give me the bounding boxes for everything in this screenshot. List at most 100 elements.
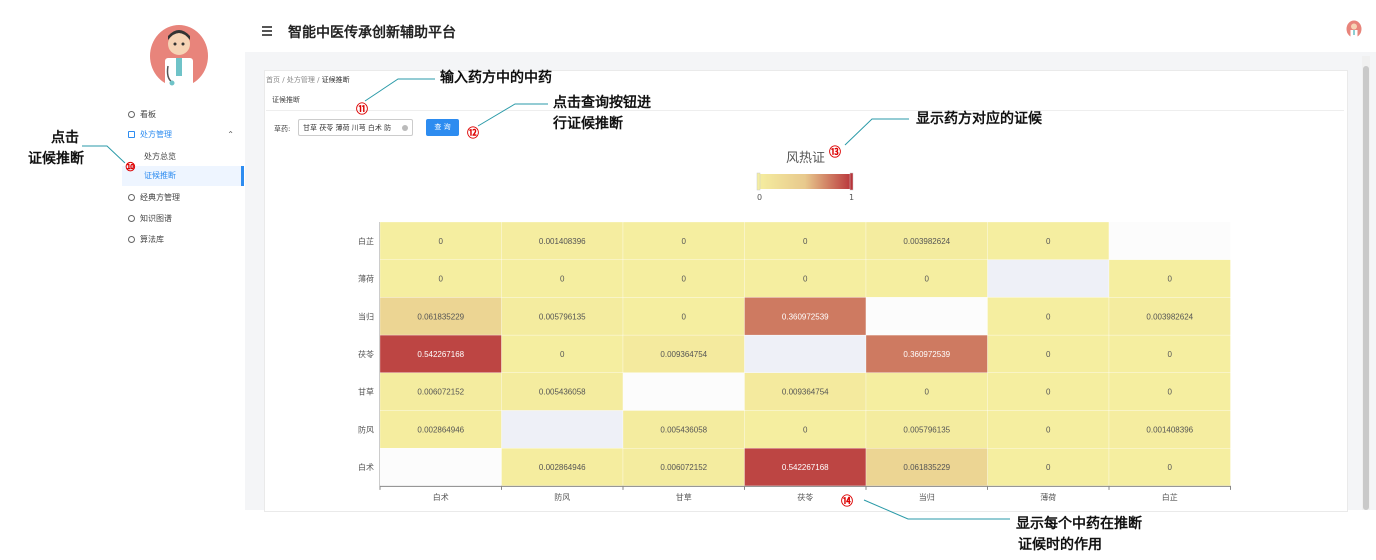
- submenu-item-label: 证候推断: [144, 171, 176, 180]
- heatmap-cell-label: 0: [560, 275, 565, 284]
- x-axis-tick-label: 当归: [919, 492, 935, 502]
- submenu-item-prescription-overview[interactable]: 处方总览: [144, 151, 176, 162]
- heatmap-cell-label: 0: [803, 237, 808, 246]
- colorbar-max-label: 1: [849, 193, 855, 202]
- heatmap-cell-label: 0.006072152: [660, 463, 707, 472]
- heatmap-cell-label: 0: [1168, 350, 1173, 359]
- chart-title: 风热证: [786, 151, 826, 166]
- dashboard-icon: [128, 111, 135, 118]
- sidebar-item-dashboard[interactable]: 看板: [128, 109, 156, 120]
- y-axis-tick-label: 茯苓: [358, 349, 374, 359]
- y-axis-tick-label: 白术: [358, 462, 374, 472]
- submenu-item-label: 处方总览: [144, 152, 176, 161]
- breadcrumb-prescription-management[interactable]: 处方管理: [287, 76, 315, 84]
- heatmap-cell-label: 0.001408396: [539, 237, 586, 246]
- herb-input[interactable]: 甘草 茯苓 薄荷 川芎 白术 防: [298, 119, 413, 136]
- query-button[interactable]: 查 询: [426, 119, 459, 136]
- annotation-12-line1: 点击查询按钮进: [553, 95, 651, 111]
- heatmap-cell-label: 0.001408396: [1146, 425, 1193, 434]
- heatmap-cell-label: 0.360972539: [782, 312, 829, 321]
- chevron-up-icon: ⌃: [227, 130, 234, 139]
- heatmap-cell-label: 0: [560, 350, 565, 359]
- heatmap-cell-label: 0.003982624: [903, 237, 950, 246]
- heatmap-cell-label: 0.542267168: [417, 350, 464, 359]
- heatmap-cell-label: 0.542267168: [782, 463, 829, 472]
- prescription-icon: [128, 131, 135, 138]
- breadcrumb-current: 证候推断: [321, 76, 350, 84]
- breadcrumb-separator: /: [282, 76, 285, 84]
- heatmap-cell-label: 0: [803, 275, 808, 284]
- x-axis-tick-label: 白术: [433, 492, 449, 502]
- divider: [266, 110, 1344, 111]
- heatmap-cell-label: 0: [1168, 388, 1173, 397]
- doctor-avatar-logo: [150, 25, 208, 88]
- breadcrumb-separator: /: [317, 76, 320, 84]
- heatmap-cell-label: 0.360972539: [903, 350, 950, 359]
- annotation-11-text: 输入药方中的中药: [440, 70, 552, 86]
- scrollbar-thumb[interactable]: [1363, 66, 1369, 510]
- sidebar-item-prescription-management[interactable]: 处方管理 ⌃: [128, 129, 234, 140]
- heatmap-cell-label: 0: [925, 388, 930, 397]
- heatmap-cell: [865, 297, 988, 336]
- heatmap-cell-label: 0.061835229: [903, 463, 950, 472]
- annotation-10-line2: 证候推断: [28, 151, 84, 167]
- heatmap-cell-label: 0.005436058: [539, 388, 586, 397]
- heatmap-cell-label: 0.002864946: [417, 425, 464, 434]
- heatmap-cell-label: 0: [1168, 275, 1173, 284]
- heatmap-cell-label: 0: [439, 237, 444, 246]
- user-avatar[interactable]: [1346, 20, 1362, 38]
- annotation-10-text: 点击 证候推断: [28, 128, 100, 170]
- heatmap-cell-label: 0.009364754: [782, 388, 829, 397]
- heatmap-cell-label: 0.006072152: [417, 388, 464, 397]
- annotation-14-text: 显示每个中药在推断 证候时的作用: [1016, 514, 1142, 556]
- heatmap-cell-label: 0.005436058: [660, 425, 707, 434]
- submenu-item-syndrome-inference[interactable]: 证候推断: [122, 166, 244, 186]
- heatmap-cell-label: 0: [1046, 237, 1051, 246]
- sidebar-item-label: 经典方管理: [140, 193, 180, 202]
- heatmap-cell-label: 0.002864946: [539, 463, 586, 472]
- heatmap-cell: [379, 448, 502, 487]
- annotation-10-marker: ⑩: [125, 160, 136, 174]
- clear-icon[interactable]: [402, 125, 408, 131]
- x-axis-tick-label: 茯苓: [797, 492, 813, 502]
- heatmap-cell: [744, 334, 867, 373]
- sidebar-item-label: 知识图谱: [140, 214, 172, 223]
- heatmap-cell-label: 0.009364754: [660, 350, 707, 359]
- annotation-14-line1: 显示每个中药在推断: [1016, 516, 1142, 532]
- colorbar-min-label: 0: [757, 193, 763, 202]
- heatmap-cell-label: 0.005796135: [539, 312, 586, 321]
- heatmap-cell-label: 0: [1168, 463, 1173, 472]
- classic-formula-icon: [128, 194, 135, 201]
- annotation-10-line1: 点击: [51, 130, 79, 146]
- y-axis-tick-label: 当归: [358, 311, 374, 321]
- sidebar-item-algorithm-library[interactable]: 算法库: [128, 234, 164, 245]
- x-axis-tick-label: 甘草: [676, 492, 692, 502]
- annotation-12-text: 点击查询按钮进 行证候推断: [553, 93, 651, 135]
- herb-field-label: 草药:: [274, 125, 291, 133]
- menu-toggle-icon[interactable]: [262, 26, 272, 38]
- breadcrumb-home[interactable]: 首页: [266, 76, 280, 84]
- breadcrumb: 首页 / 处方管理 / 证候推断: [266, 75, 350, 85]
- annotation-12-line2: 行证候推断: [553, 116, 623, 132]
- annotation-14-line2: 证候时的作用: [1018, 537, 1102, 553]
- knowledge-graph-icon: [128, 215, 135, 222]
- card-title: 证候推断: [272, 96, 300, 104]
- algorithm-library-icon: [128, 236, 135, 243]
- y-axis-tick-label: 薄荷: [358, 274, 374, 284]
- sidebar-item-knowledge-graph[interactable]: 知识图谱: [128, 213, 172, 224]
- y-axis-tick-label: 白芷: [358, 236, 374, 246]
- heatmap-cell: [1108, 221, 1231, 260]
- annotation-13-text: 显示药方对应的证候: [916, 111, 1042, 127]
- heatmap-cell-label: 0: [925, 275, 930, 284]
- colorbar: [756, 172, 854, 191]
- heatmap-cell-label: 0: [682, 312, 687, 321]
- heatmap-cell: [987, 259, 1110, 298]
- annotation-12-marker: ⑫: [467, 126, 480, 140]
- heatmap-cell-label: 0: [682, 275, 687, 284]
- annotation-13-marker: ⑬: [829, 145, 842, 159]
- x-axis-tick-label: 薄荷: [1040, 492, 1056, 502]
- heatmap-cell-label: 0.005796135: [903, 425, 950, 434]
- sidebar-item-classic-formula[interactable]: 经典方管理: [128, 192, 180, 203]
- heatmap-cell-label: 0.003982624: [1146, 312, 1193, 321]
- heatmap-cell-label: 0: [1046, 425, 1051, 434]
